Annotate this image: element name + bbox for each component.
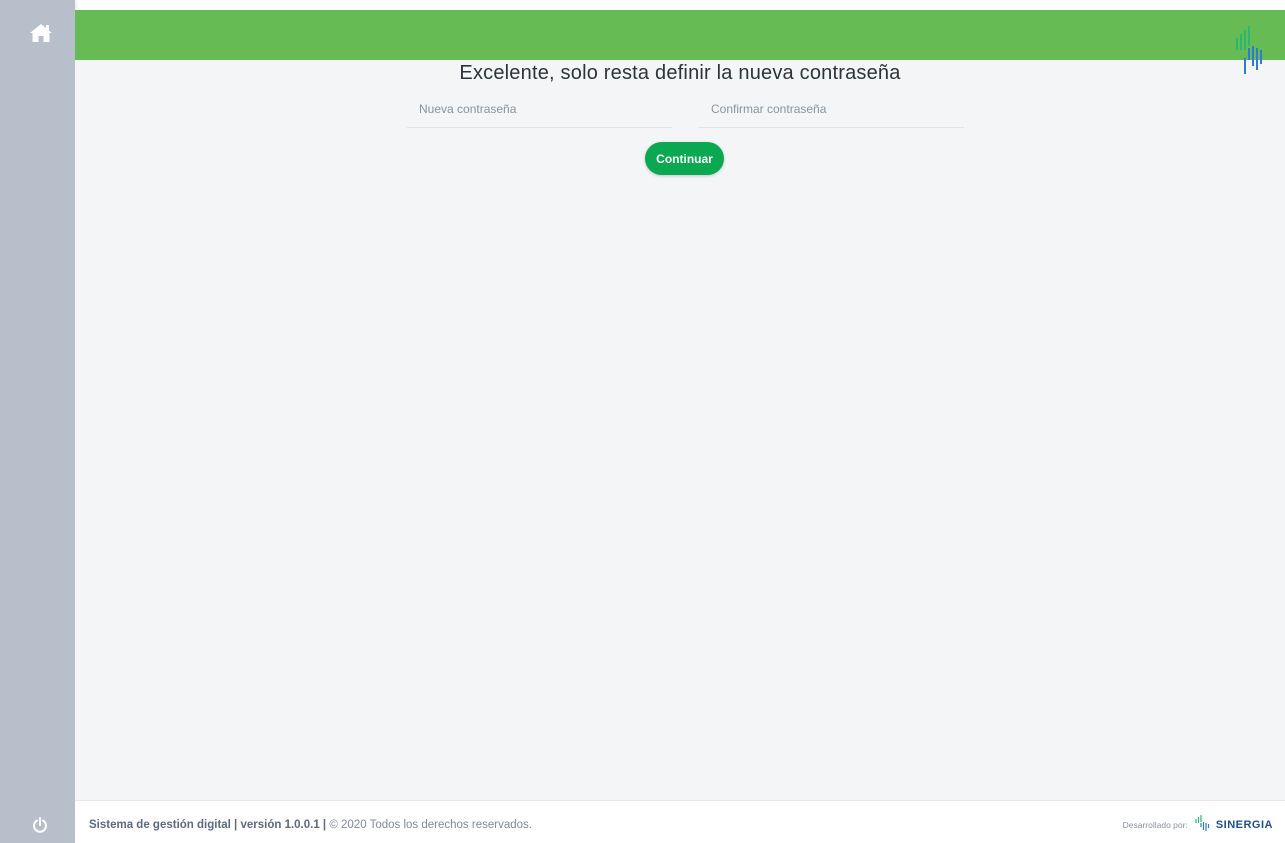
power-icon[interactable] xyxy=(30,815,50,835)
top-bar xyxy=(75,10,1285,60)
footer: Sistema de gestión digital | versión 1.0… xyxy=(75,800,1285,843)
page-title: Excelente, solo resta definir la nueva c… xyxy=(459,62,901,84)
confirm-password-input[interactable] xyxy=(699,94,964,124)
new-password-input[interactable] xyxy=(407,94,672,124)
copyright-text: © 2020 Todos los derechos reservados. xyxy=(329,819,532,831)
new-password-field xyxy=(407,94,672,128)
app-version-text: Sistema de gestión digital | versión 1.0… xyxy=(89,819,327,831)
sinergia-small-logo-icon xyxy=(1194,814,1210,837)
developed-by-label: Desarrollado por: xyxy=(1122,820,1188,830)
developer-credit: Desarrollado por: SINERGIA xyxy=(1122,814,1273,837)
continue-button[interactable]: Continuar xyxy=(645,142,724,175)
home-icon[interactable] xyxy=(28,20,54,46)
footer-info: Sistema de gestión digital | versión 1.0… xyxy=(89,819,532,831)
confirm-password-field xyxy=(699,94,964,128)
sidebar xyxy=(0,0,75,843)
developer-name: SINERGIA xyxy=(1215,819,1273,831)
